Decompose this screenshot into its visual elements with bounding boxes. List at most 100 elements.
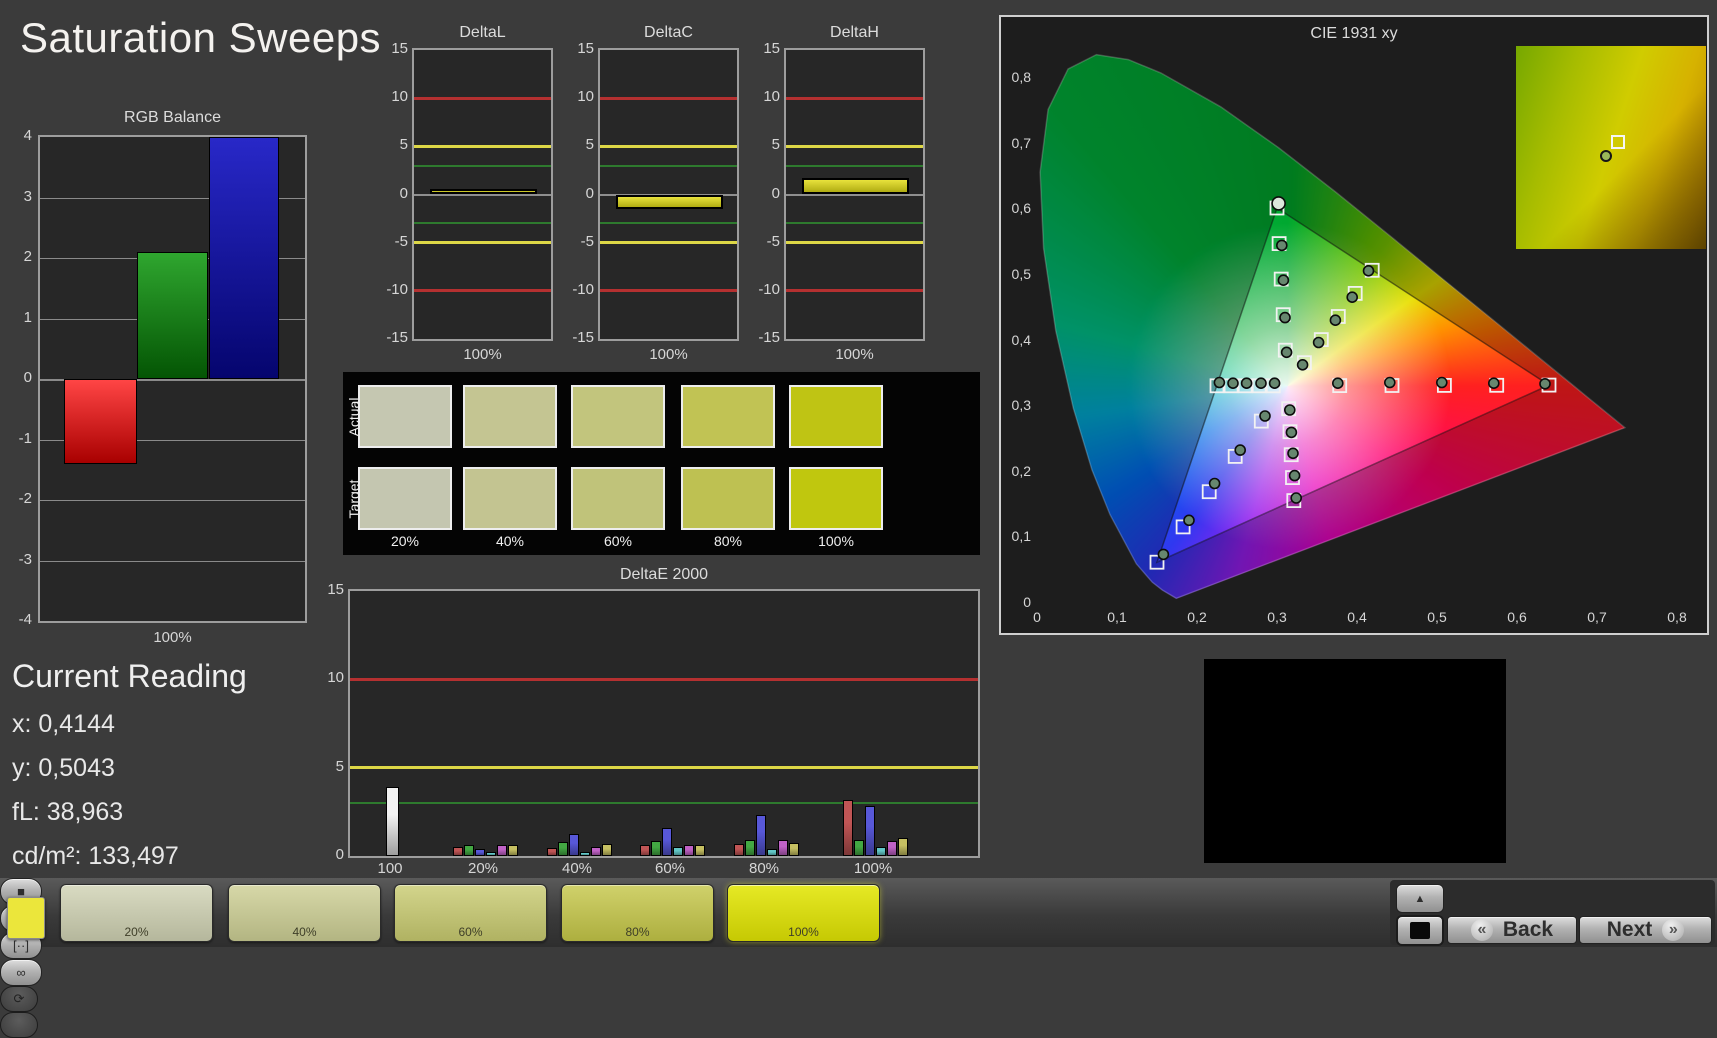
cie-measured-circle-yellow-100pct bbox=[1362, 265, 1375, 277]
deltae-bar-40%-red bbox=[546, 848, 557, 856]
delta-refline-3 bbox=[600, 164, 737, 167]
rgb-balance-title: RGB Balance bbox=[124, 109, 221, 126]
deltac-chart: DeltaC 100% 15 10 5 0 -5 -10 -15 bbox=[554, 24, 744, 369]
back-button[interactable]: « Back bbox=[1447, 916, 1577, 944]
delta-refline-5 bbox=[414, 144, 551, 148]
deltah-plot bbox=[784, 48, 925, 341]
pattern-button-100%[interactable]: 100% bbox=[727, 884, 880, 942]
next-button[interactable]: Next » bbox=[1579, 916, 1712, 944]
deltae-bar-20%-cyan bbox=[485, 852, 496, 856]
cie-measured-circle-magenta-60pct bbox=[1287, 447, 1299, 460]
swatch-col-label-20%: 20% bbox=[390, 533, 420, 549]
delta-ytick--10: -10 bbox=[758, 280, 780, 298]
rgb-bar-blue bbox=[209, 137, 279, 379]
deltae-bar-20%-magenta bbox=[496, 845, 507, 856]
rgb-ytick--4: -4 bbox=[18, 611, 32, 628]
delta-ytick-0: 0 bbox=[399, 184, 408, 202]
delta-ytick-15: 15 bbox=[763, 40, 780, 57]
cie-xtick-0,6: 0,6 bbox=[1507, 609, 1527, 625]
collapse-toolbar-button[interactable]: ▲ bbox=[1396, 884, 1444, 913]
pattern-button-40%[interactable]: 40% bbox=[228, 884, 381, 942]
delta-bar-DeltaC bbox=[616, 194, 724, 209]
cie-ytick-0,1: 0,1 bbox=[1011, 528, 1031, 545]
delta-ytick-5: 5 bbox=[585, 136, 594, 154]
delta-bar-DeltaH bbox=[802, 178, 910, 195]
delta-refline--3 bbox=[414, 222, 551, 225]
rgb-ytick-3: 3 bbox=[23, 187, 32, 205]
inset-target-square bbox=[1611, 135, 1625, 150]
deltae-bar-40%-magenta bbox=[590, 847, 601, 856]
reading-x-label: x: bbox=[12, 710, 32, 738]
deltae-bar-20%-green bbox=[463, 845, 474, 856]
rgb-balance-x-label: 100% bbox=[153, 629, 192, 646]
cie-xtick-0,1: 0,1 bbox=[1107, 609, 1127, 625]
current-reading-panel: Current Reading x: 0,4144 y: 0,5043 fL: … bbox=[12, 658, 342, 876]
delta-refline--3 bbox=[786, 222, 923, 225]
reading-cdm2: cd/m²: 133,497 bbox=[12, 842, 179, 871]
active-pattern-swatch[interactable] bbox=[7, 897, 45, 939]
swatch-actual-100% bbox=[789, 385, 883, 448]
deltal-chart: DeltaL 100% 15 10 5 0 -5 -10 -15 bbox=[368, 24, 558, 369]
delta-ytick-0: 0 bbox=[771, 184, 780, 202]
deltae-group-label-60%: 60% bbox=[654, 860, 686, 877]
rgb-bar-red bbox=[64, 379, 137, 464]
swatch-comparison-panel: Actual Target 20% 40% 60% 80% 100% bbox=[343, 372, 980, 555]
pattern-button-80%[interactable]: 80% bbox=[561, 884, 714, 942]
display-pattern-button[interactable] bbox=[1396, 915, 1444, 946]
reading-y: y: 0,5043 bbox=[12, 754, 115, 783]
reading-fl: fL: 38,963 bbox=[12, 798, 123, 827]
deltae-bar-60%-magenta bbox=[683, 844, 694, 856]
deltae-bar-60%-cyan bbox=[672, 847, 683, 856]
deltae-bar-80%-green bbox=[744, 840, 755, 856]
cie-ytick-0,7: 0,7 bbox=[1011, 134, 1031, 151]
deltae-bar-40%-green bbox=[557, 841, 568, 856]
cie-measured-circle-red-40pct bbox=[1383, 376, 1396, 389]
cie-measured-circle-blue-20pct bbox=[1259, 410, 1271, 422]
delta-ytick-0: 0 bbox=[585, 184, 594, 202]
rgb-ytick--3: -3 bbox=[18, 550, 32, 568]
reading-fl-value: 38,963 bbox=[46, 798, 124, 826]
delta-ytick--5: -5 bbox=[766, 232, 780, 250]
rgb-bar-green bbox=[137, 251, 208, 379]
swatch-actual-80% bbox=[681, 385, 775, 448]
deltae-bar-20%-red bbox=[452, 847, 463, 856]
deltae-title: DeltaE 2000 bbox=[619, 566, 709, 583]
cie-measured-circle-yellow-80pct bbox=[1346, 291, 1359, 303]
cie-measured-circle-green-60pct bbox=[1277, 274, 1290, 286]
pattern-button-60%[interactable]: 60% bbox=[394, 884, 547, 942]
delta-ytick-15: 15 bbox=[577, 40, 594, 57]
deltac-plot bbox=[598, 48, 739, 341]
cie-measured-circle-yellow-40pct bbox=[1312, 336, 1325, 349]
deltac-title: DeltaC bbox=[644, 24, 693, 41]
cie-measured-circle-blue-100pct bbox=[1157, 548, 1170, 561]
cie-ytick-0,3: 0,3 bbox=[1011, 397, 1031, 414]
deltah-chart: DeltaH 100% 15 10 5 0 -5 -10 -15 bbox=[740, 24, 930, 369]
deltae-bar-100%-green bbox=[853, 840, 864, 856]
cie-ytick-0,4: 0,4 bbox=[1011, 331, 1031, 348]
delta-ytick-15: 15 bbox=[391, 40, 408, 57]
delta-ytick-10: 10 bbox=[577, 88, 594, 106]
page-title: Saturation Sweeps bbox=[20, 14, 382, 61]
rgb-gridline--3 bbox=[40, 560, 305, 562]
cie-measured-circle-cyan-100pct bbox=[1213, 376, 1226, 389]
delta-refline--10 bbox=[786, 289, 923, 293]
deltae-bar-100%-blue bbox=[864, 805, 875, 856]
delta-refline--5 bbox=[600, 241, 737, 245]
cie-measured-circle-blue-80pct bbox=[1183, 514, 1195, 527]
delta-ytick--10: -10 bbox=[386, 280, 408, 298]
range-icon: [··] bbox=[13, 938, 29, 953]
pattern-button-20%[interactable]: 20% bbox=[60, 884, 213, 942]
loop-button[interactable]: ∞ bbox=[0, 959, 42, 986]
delta-ytick-10: 10 bbox=[763, 88, 780, 106]
deltal-plot bbox=[412, 48, 553, 341]
pattern-preview-window bbox=[1204, 659, 1506, 863]
cie-measured-circle-green-100pct bbox=[1271, 196, 1286, 211]
deltah-title: DeltaH bbox=[830, 24, 879, 41]
cie-1931-panel: CIE 1931 xy 0 0,1 0,2 0,3 0,4 0,5 0,6 0,7 0,8 0 0,… bbox=[999, 15, 1709, 635]
deltae-group-label-80%: 80% bbox=[748, 860, 780, 877]
delta-ytick-5: 5 bbox=[399, 136, 408, 154]
swatch-target-60% bbox=[571, 467, 665, 530]
delta-ytick--10: -10 bbox=[572, 280, 594, 298]
cie-ytick-0,8: 0,8 bbox=[1011, 69, 1031, 86]
bottom-toolbar: ▲ « Back Next » 20%40%60%80%100%■▶[··]∞⟳ bbox=[0, 878, 1717, 1038]
